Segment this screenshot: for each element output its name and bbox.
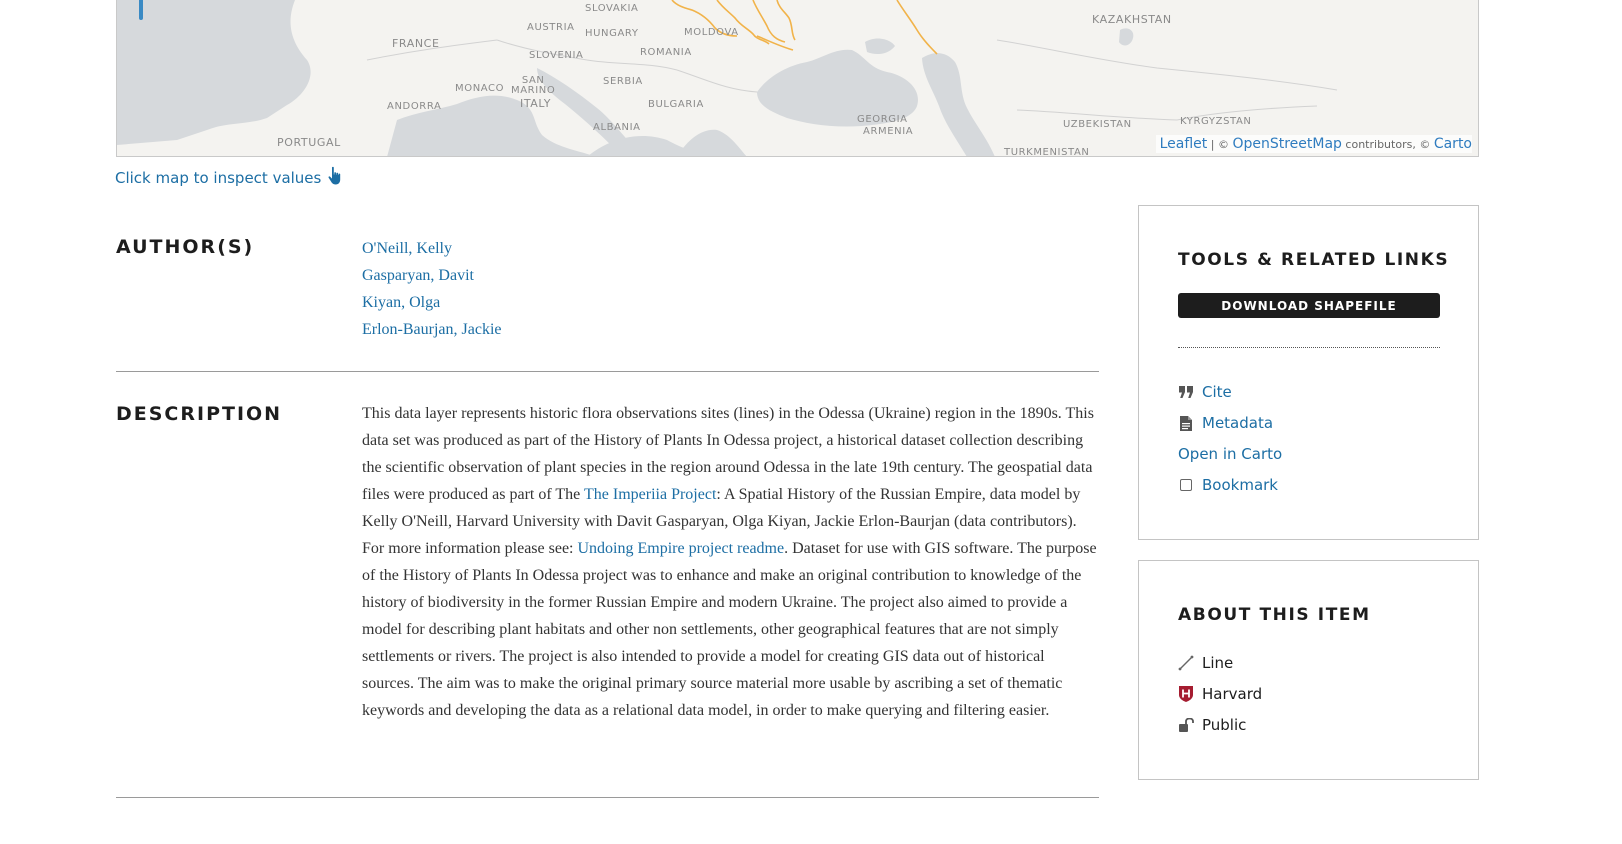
cite-label: Cite — [1202, 383, 1232, 401]
pointer-hand-icon — [327, 166, 343, 190]
open-in-carto-link[interactable]: Open in Carto — [1178, 445, 1282, 463]
map-label-kazakhstan: KAZAKHSTAN — [1092, 13, 1172, 26]
tools-panel: TOOLS & RELATED LINKS DOWNLOAD SHAPEFILE… — [1138, 205, 1479, 540]
metadata-link[interactable]: Metadata — [1178, 414, 1273, 432]
map-label-san-marino: SAN MARINO — [511, 75, 556, 96]
author-link[interactable]: Erlon-Baurjan, Jackie — [362, 316, 502, 343]
document-icon — [1178, 415, 1194, 431]
quote-icon — [1178, 384, 1194, 400]
map-label-albania: ALBANIA — [593, 122, 641, 133]
download-shapefile-button[interactable]: DOWNLOAD SHAPEFILE — [1178, 293, 1440, 318]
map-label-portugal: PORTUGAL — [277, 136, 341, 149]
map-label-slovakia: SLOVAKIA — [585, 3, 639, 14]
map-label-andorra: ANDORRA — [387, 101, 442, 112]
map-label-romania: ROMANIA — [640, 47, 692, 58]
map-label-serbia: SERBIA — [603, 76, 643, 87]
bookmark-checkbox[interactable] — [1178, 477, 1194, 493]
map-label-turkmenistan: TURKMENISTAN — [1004, 147, 1090, 157]
inspect-map-label: Click map to inspect values — [115, 169, 322, 187]
bookmark-label: Bookmark — [1202, 476, 1278, 494]
map-label-italy: ITALY — [520, 97, 552, 110]
attribution-contributors: contributors, © — [1341, 138, 1434, 151]
map-label-france: FRANCE — [392, 37, 440, 50]
authors-list: O'Neill, Kelly Gasparyan, Davit Kiyan, O… — [362, 235, 502, 343]
zoom-indicator[interactable] — [139, 0, 143, 20]
map-label-armenia: ARMENIA — [863, 126, 914, 137]
map-viewer[interactable]: SLOVAKIA AUSTRIA HUNGARY MOLDOVA FRANCE … — [116, 0, 1479, 157]
map-label-moldova: MOLDOVA — [684, 27, 739, 38]
access-label: Public — [1202, 716, 1247, 734]
undoing-empire-readme-link[interactable]: Undoing Empire project readme — [578, 540, 785, 557]
author-link[interactable]: Gasparyan, Davit — [362, 262, 502, 289]
geometry-label: Line — [1202, 654, 1234, 672]
dotted-divider — [1178, 347, 1440, 348]
author-link[interactable]: Kiyan, Olga — [362, 289, 502, 316]
description-heading: DESCRIPTION — [116, 403, 283, 425]
map-label-bulgaria: BULGARIA — [648, 99, 704, 110]
map-label-georgia: GEORGIA — [857, 114, 908, 125]
imperiia-project-link[interactable]: The Imperiia Project — [584, 486, 716, 503]
tools-title: TOOLS & RELATED LINKS — [1178, 250, 1450, 270]
about-panel: ABOUT THIS ITEM Line Harvard Public — [1138, 560, 1479, 780]
attribution-separator: | © — [1207, 138, 1233, 151]
about-title: ABOUT THIS ITEM — [1178, 605, 1371, 625]
description-part-3: . Dataset for use with GIS software. The… — [362, 540, 1097, 719]
bookmark-toggle[interactable]: Bookmark — [1178, 476, 1278, 494]
map-label-hungary: HUNGARY — [585, 28, 639, 39]
map-label-uzbekistan: UZBEKISTAN — [1063, 119, 1132, 130]
openstreetmap-link[interactable]: OpenStreetMap — [1232, 136, 1341, 152]
map-label-austria: AUSTRIA — [527, 22, 575, 33]
institution-label: Harvard — [1202, 685, 1263, 703]
line-geometry-icon — [1178, 655, 1194, 671]
basemap — [117, 0, 1478, 156]
description-text: This data layer represents historic flor… — [362, 400, 1098, 724]
section-divider — [116, 371, 1099, 372]
map-attribution: Leaflet | © OpenStreetMap contributors, … — [1155, 135, 1472, 153]
harvard-shield-icon — [1178, 686, 1194, 702]
map-label-kyrgyzstan: KYRGYZSTAN — [1180, 116, 1252, 127]
inspect-map-prompt[interactable]: Click map to inspect values — [115, 166, 343, 190]
author-link[interactable]: O'Neill, Kelly — [362, 235, 502, 262]
carto-link[interactable]: Carto — [1434, 136, 1472, 152]
cite-link[interactable]: Cite — [1178, 383, 1232, 401]
map-label-slovenia: SLOVENIA — [529, 50, 584, 61]
institution: Harvard — [1178, 685, 1262, 703]
access-level: Public — [1178, 716, 1246, 734]
authors-heading: AUTHOR(S) — [116, 236, 255, 258]
metadata-label: Metadata — [1202, 414, 1274, 432]
section-divider — [116, 797, 1099, 798]
geometry-type: Line — [1178, 654, 1233, 672]
unlocked-icon — [1178, 717, 1194, 733]
map-label-monaco: MONACO — [455, 83, 505, 94]
open-in-carto-label: Open in Carto — [1178, 445, 1283, 463]
leaflet-link[interactable]: Leaflet — [1160, 136, 1208, 152]
